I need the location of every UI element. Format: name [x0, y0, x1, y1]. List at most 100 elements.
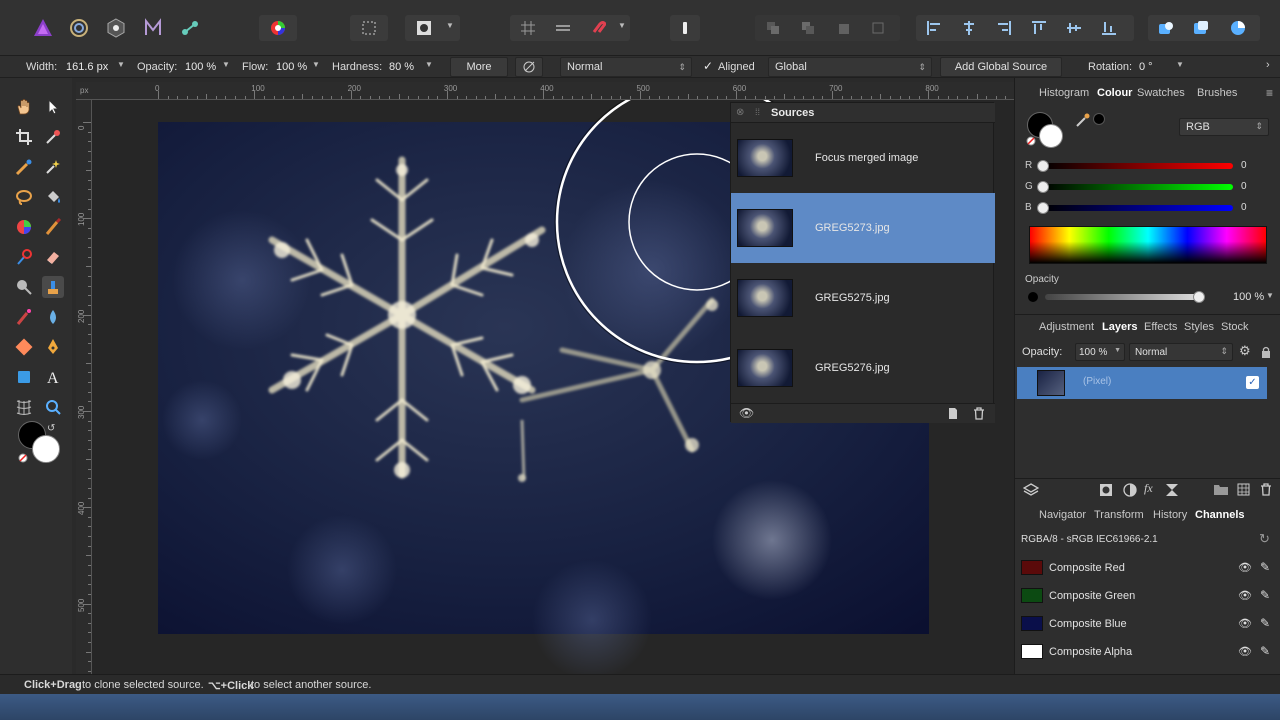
- picked-color-swatch[interactable]: [1093, 113, 1105, 125]
- stroke-color-well[interactable]: [1039, 124, 1063, 148]
- green-slider-knob[interactable]: [1037, 181, 1049, 193]
- eye-icon[interactable]: 👁: [1238, 617, 1252, 630]
- tab-history[interactable]: History: [1153, 509, 1187, 521]
- clone-tool-icon[interactable]: [42, 276, 64, 298]
- chevron-down-icon[interactable]: ▼: [312, 60, 320, 69]
- add-global-source-button[interactable]: Add Global Source: [940, 57, 1062, 77]
- grip-icon[interactable]: ⁞⁞: [755, 107, 760, 117]
- hardness-field[interactable]: 80 %: [389, 61, 414, 73]
- source-mode-select[interactable]: Global ⇕: [768, 57, 932, 77]
- source-item[interactable]: GREG5275.jpg: [731, 263, 995, 333]
- eye-icon[interactable]: 👁: [1238, 561, 1252, 574]
- secondary-color-well[interactable]: [32, 435, 60, 463]
- dodge-tool-icon[interactable]: [13, 246, 35, 268]
- tab-swatches[interactable]: Swatches: [1137, 87, 1185, 99]
- paint-brush-icon[interactable]: [42, 216, 64, 238]
- more-button[interactable]: More: [450, 57, 508, 77]
- tab-transform[interactable]: Transform: [1094, 509, 1144, 521]
- no-color-icon[interactable]: [1026, 136, 1036, 146]
- text-tool-icon[interactable]: A: [42, 366, 64, 388]
- source-item[interactable]: GREG5276.jpg: [731, 333, 995, 403]
- crop-tool-icon[interactable]: [13, 126, 35, 148]
- blur-tool-icon[interactable]: [13, 276, 35, 298]
- chevron-right-icon[interactable]: ›: [1266, 59, 1270, 71]
- marquee-icon[interactable]: [350, 15, 388, 41]
- tab-layers[interactable]: Layers: [1102, 321, 1137, 333]
- mask-layer-icon[interactable]: [1099, 483, 1113, 497]
- channel-row[interactable]: Composite Red 👁 ✎: [1015, 554, 1280, 582]
- eye-icon[interactable]: 👁: [1238, 589, 1252, 602]
- b-value[interactable]: 0: [1241, 202, 1247, 213]
- new-pixel-layer-icon[interactable]: [1237, 483, 1250, 496]
- blue-slider[interactable]: [1043, 205, 1233, 211]
- trash-icon[interactable]: [1260, 483, 1272, 496]
- fx-icon[interactable]: fx: [1144, 481, 1153, 496]
- tab-effects[interactable]: Effects: [1144, 321, 1177, 333]
- width-field[interactable]: 161.6 px: [66, 61, 108, 73]
- swap-colors-icon[interactable]: ↺: [47, 423, 55, 434]
- green-slider[interactable]: [1043, 184, 1233, 190]
- pen-tool-icon[interactable]: [42, 336, 64, 358]
- eyedropper-icon[interactable]: [1075, 112, 1091, 128]
- refresh-icon[interactable]: ↻: [1259, 531, 1270, 547]
- tone-map-persona-icon[interactable]: [140, 14, 166, 42]
- r-value[interactable]: 0: [1241, 160, 1247, 171]
- eye-icon[interactable]: 👁: [739, 406, 754, 420]
- gradient-tool-icon[interactable]: [13, 336, 35, 358]
- channel-row[interactable]: Composite Alpha 👁 ✎: [1015, 638, 1280, 666]
- export-persona-icon[interactable]: [177, 14, 203, 42]
- photo-persona-icon[interactable]: [30, 14, 56, 42]
- layers-stack-icon[interactable]: [1023, 482, 1039, 498]
- new-source-icon[interactable]: [947, 407, 959, 420]
- smudge-icon[interactable]: [42, 306, 64, 328]
- gear-icon[interactable]: ⚙: [1239, 343, 1251, 359]
- source-item[interactable]: GREG5273.jpg: [731, 193, 995, 263]
- horizontal-ruler[interactable]: px 0 100 200 300 400 500 600 700 800: [76, 82, 1017, 100]
- chevron-down-icon[interactable]: ▼: [1266, 291, 1274, 300]
- close-icon[interactable]: ⊗: [736, 107, 744, 118]
- tab-brushes[interactable]: Brushes: [1197, 87, 1237, 99]
- live-filter-icon[interactable]: [1165, 483, 1179, 497]
- layer-opacity-field[interactable]: 100 % ▼: [1075, 343, 1125, 361]
- pencil-icon[interactable]: ✎: [1260, 560, 1270, 574]
- opacity-field[interactable]: 100 %: [185, 61, 216, 73]
- chevron-down-icon[interactable]: ▼: [222, 60, 230, 69]
- quick-mask-icon[interactable]: ▼: [405, 15, 460, 41]
- color-picker-tool-icon[interactable]: [42, 126, 64, 148]
- adjustment-layer-icon[interactable]: [1123, 483, 1137, 497]
- freehand-select-icon[interactable]: [13, 186, 35, 208]
- pencil-icon[interactable]: ✎: [1260, 616, 1270, 630]
- vertical-ruler[interactable]: 0 100 200 300 400 500: [76, 100, 92, 692]
- lock-icon[interactable]: [1261, 346, 1271, 358]
- layer-blend-select[interactable]: Normal ⇕: [1129, 343, 1233, 361]
- zoom-tool-icon[interactable]: [42, 396, 64, 418]
- red-slider-knob[interactable]: [1037, 160, 1049, 172]
- layer-row[interactable]: (Pixel) ✓: [1017, 367, 1267, 399]
- panel-menu-icon[interactable]: ≡: [1266, 86, 1273, 100]
- develop-persona-icon[interactable]: [103, 14, 129, 42]
- hand-tool-icon[interactable]: [13, 96, 35, 118]
- blend-mode-select[interactable]: Normal ⇕: [560, 57, 692, 77]
- rectangle-tool-icon[interactable]: [13, 366, 35, 388]
- healing-brush-icon[interactable]: [13, 306, 35, 328]
- blue-slider-knob[interactable]: [1037, 202, 1049, 214]
- flood-select-icon[interactable]: [42, 156, 64, 178]
- tab-styles[interactable]: Styles: [1184, 321, 1214, 333]
- color-spectrum[interactable]: [1029, 226, 1267, 264]
- layer-name[interactable]: (Pixel): [1083, 376, 1111, 387]
- rotation-field[interactable]: 0 °: [1139, 61, 1153, 73]
- assistant-icon[interactable]: [670, 15, 700, 41]
- tab-histogram[interactable]: Histogram: [1039, 87, 1089, 99]
- sources-header[interactable]: ⊗ ⁞⁞ Sources: [731, 103, 995, 123]
- source-item[interactable]: Focus merged image: [731, 123, 995, 193]
- move-tool-icon[interactable]: [42, 96, 64, 118]
- arrange-icons[interactable]: [755, 15, 900, 41]
- channel-row[interactable]: Composite Green 👁 ✎: [1015, 582, 1280, 610]
- tab-adjustment[interactable]: Adjustment: [1039, 321, 1094, 333]
- layer-visibility-checkbox[interactable]: ✓: [1246, 376, 1259, 389]
- delete-source-icon[interactable]: [973, 407, 985, 420]
- pressure-button[interactable]: [515, 57, 543, 77]
- color-model-select[interactable]: RGB ⇕: [1179, 118, 1269, 136]
- pencil-icon[interactable]: ✎: [1260, 644, 1270, 658]
- colour-opacity-slider[interactable]: [1045, 294, 1199, 300]
